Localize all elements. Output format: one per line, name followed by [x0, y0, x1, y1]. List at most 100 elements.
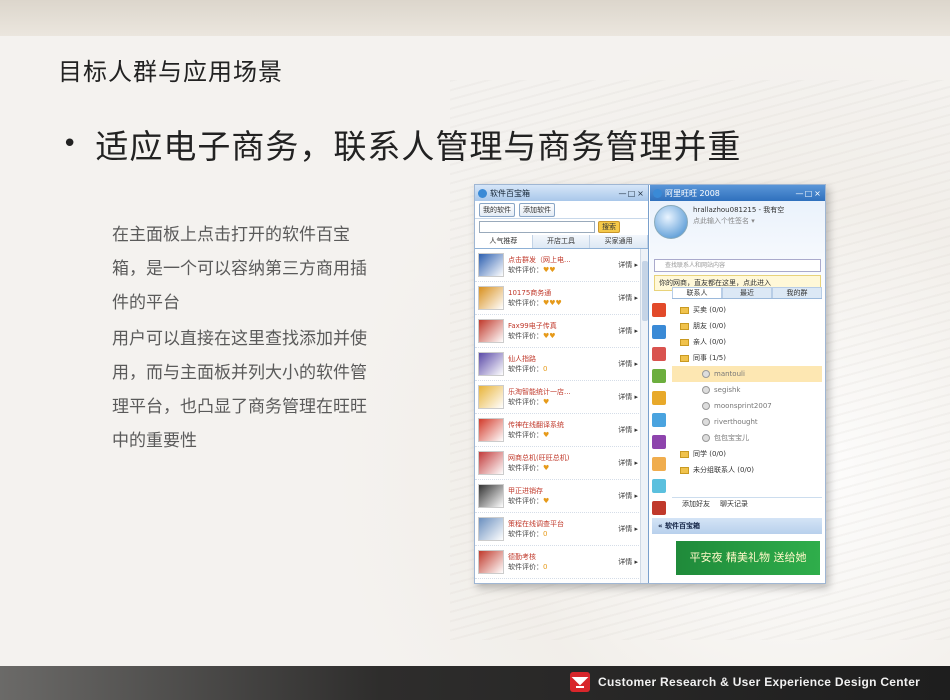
software-item-text: 传神在线翻译系统 软件评价：♥: [508, 420, 618, 440]
software-logo-icon: [478, 418, 504, 442]
plugin-icon[interactable]: [652, 347, 666, 361]
software-box-toggle[interactable]: « 软件百宝箱: [652, 518, 822, 534]
software-item-text: 点击群发（网上电... 软件评价：♥♥: [508, 255, 618, 275]
software-name[interactable]: 网商总机(旺旺总机): [508, 453, 618, 463]
minimize-button[interactable]: —: [618, 189, 627, 198]
details-link[interactable]: 详情 ▸: [618, 557, 638, 567]
contact-group[interactable]: 同事 (1/5): [672, 350, 822, 366]
maximize-button[interactable]: □: [627, 189, 636, 198]
details-link[interactable]: 详情 ▸: [618, 425, 638, 435]
add-software-button[interactable]: 添加软件: [519, 202, 555, 217]
software-item[interactable]: 10175商务通 软件评价：♥♥♥ 详情 ▸: [475, 282, 641, 315]
signature-field[interactable]: 点此输入个性签名 ▾: [693, 216, 784, 227]
software-item-text: 策程在线调查平台 软件评价：0: [508, 519, 618, 539]
details-link[interactable]: 详情 ▸: [618, 326, 638, 336]
contact-item[interactable]: 包包宝宝儿: [672, 430, 822, 446]
software-name[interactable]: 策程在线调查平台: [508, 519, 618, 529]
tab-my-groups[interactable]: 我的群: [772, 287, 822, 298]
software-tabs: 人气推荐 开店工具 买家通用: [475, 235, 649, 249]
plugin-icon[interactable]: [652, 391, 666, 405]
software-rating: 软件评价：♥: [508, 496, 618, 506]
contact-actions: 添加好友 聊天记录: [672, 497, 822, 511]
software-list-scrollbar[interactable]: [640, 249, 648, 583]
software-item-text: 乐淘智能统计一店... 软件评价：♥: [508, 387, 618, 407]
tab-buyer-tools[interactable]: 买家通用: [590, 235, 649, 248]
contact-search-input[interactable]: 查找联系人和网站内容: [654, 259, 821, 272]
plugin-icon[interactable]: [652, 369, 666, 383]
folder-icon: [680, 306, 689, 314]
tab-shop-tools[interactable]: 开店工具: [532, 235, 591, 248]
details-link[interactable]: 详情 ▸: [618, 458, 638, 468]
folder-icon: [680, 466, 689, 474]
contact-label: riverthought: [714, 418, 758, 426]
software-name[interactable]: 仙人指路: [508, 354, 618, 364]
software-name[interactable]: 传神在线翻译系统: [508, 420, 618, 430]
contact-group[interactable]: 同学 (0/0): [672, 446, 822, 462]
profile-info: hrallazhou081215 - 我有空 点此输入个性签名 ▾: [693, 205, 784, 255]
software-name[interactable]: 德勤考核: [508, 552, 618, 562]
ww-maximize-button[interactable]: □: [804, 189, 813, 198]
software-name[interactable]: 点击群发（网上电...: [508, 255, 618, 265]
ww-close-button[interactable]: ×: [813, 189, 822, 198]
close-button[interactable]: ×: [636, 189, 645, 198]
ww-minimize-button[interactable]: —: [795, 189, 804, 198]
avatar[interactable]: [654, 205, 688, 239]
plugin-icon[interactable]: [652, 501, 666, 515]
contact-item[interactable]: segishk: [672, 382, 822, 398]
software-name[interactable]: 10175商务通: [508, 288, 618, 298]
contact-item[interactable]: moonsprint2007: [672, 398, 822, 414]
software-name[interactable]: 乐淘智能统计一店...: [508, 387, 618, 397]
plugin-icon[interactable]: [652, 325, 666, 339]
tab-recent[interactable]: 最近: [722, 287, 772, 298]
bullet-headline: • 适应电子商务，联系人管理与商务管理并重: [62, 120, 741, 168]
details-link[interactable]: 详情 ▸: [618, 524, 638, 534]
user-status[interactable]: hrallazhou081215 - 我有空: [693, 205, 784, 216]
software-item-text: 10175商务通 软件评价：♥♥♥: [508, 288, 618, 308]
promo-banner[interactable]: 平安夜 精美礼物 送给她: [676, 541, 820, 575]
chat-log-button[interactable]: 聊天记录: [720, 498, 748, 511]
plugin-icon[interactable]: [652, 479, 666, 493]
wangwang-logo-icon: [653, 188, 662, 198]
software-item[interactable]: 德勤考核 软件评价：0 详情 ▸: [475, 546, 641, 579]
details-link[interactable]: 详情 ▸: [618, 260, 638, 270]
plugin-icon[interactable]: [652, 303, 666, 317]
software-name[interactable]: Fax99电子传真: [508, 321, 618, 331]
details-link[interactable]: 详情 ▸: [618, 392, 638, 402]
folder-icon: [680, 354, 689, 362]
software-search-button[interactable]: 搜索: [598, 221, 620, 233]
software-name[interactable]: 甲正进销存: [508, 486, 618, 496]
software-item[interactable]: Fax99电子传真 软件评价：♥♥ 详情 ▸: [475, 315, 641, 348]
software-search-input[interactable]: [479, 221, 595, 233]
software-item[interactable]: 策程在线调查平台 软件评价：0 详情 ▸: [475, 513, 641, 546]
software-item[interactable]: 传神在线翻译系统 软件评价：♥ 详情 ▸: [475, 414, 641, 447]
software-box-icon: [478, 188, 487, 198]
contact-item[interactable]: riverthought: [672, 414, 822, 430]
plugin-icon[interactable]: [652, 413, 666, 427]
details-link[interactable]: 详情 ▸: [618, 293, 638, 303]
contact-item[interactable]: mantouli: [672, 366, 822, 382]
contact-label: moonsprint2007: [714, 402, 772, 410]
add-friend-button[interactable]: 添加好友: [682, 498, 710, 511]
tab-contacts[interactable]: 联系人: [672, 287, 722, 298]
contact-group[interactable]: 未分组联系人 (0/0): [672, 462, 822, 478]
tab-popular[interactable]: 人气推荐: [475, 235, 533, 248]
profile-area: hrallazhou081215 - 我有空 点此输入个性签名 ▾: [650, 201, 825, 259]
contact-group[interactable]: 买卖 (0/0): [672, 302, 822, 318]
details-link[interactable]: 详情 ▸: [618, 491, 638, 501]
software-rating: 软件评价：♥: [508, 430, 618, 440]
plugin-icon[interactable]: [652, 457, 666, 471]
scrollbar-thumb[interactable]: [642, 261, 648, 321]
contact-group[interactable]: 朋友 (0/0): [672, 318, 822, 334]
plugin-icon[interactable]: [652, 435, 666, 449]
rating-label: 软件评价：: [508, 563, 543, 571]
software-logo-icon: [478, 253, 504, 277]
software-item[interactable]: 乐淘智能统计一店... 软件评价：♥ 详情 ▸: [475, 381, 641, 414]
software-search: 搜索: [475, 219, 648, 235]
my-software-button[interactable]: 我的软件: [479, 202, 515, 217]
details-link[interactable]: 详情 ▸: [618, 359, 638, 369]
software-item[interactable]: 网商总机(旺旺总机) 软件评价：♥ 详情 ▸: [475, 447, 641, 480]
software-item[interactable]: 甲正进销存 软件评价：♥ 详情 ▸: [475, 480, 641, 513]
software-item[interactable]: 点击群发（网上电... 软件评价：♥♥ 详情 ▸: [475, 249, 641, 282]
software-item[interactable]: 仙人指路 软件评价：0 详情 ▸: [475, 348, 641, 381]
contact-group[interactable]: 亲人 (0/0): [672, 334, 822, 350]
